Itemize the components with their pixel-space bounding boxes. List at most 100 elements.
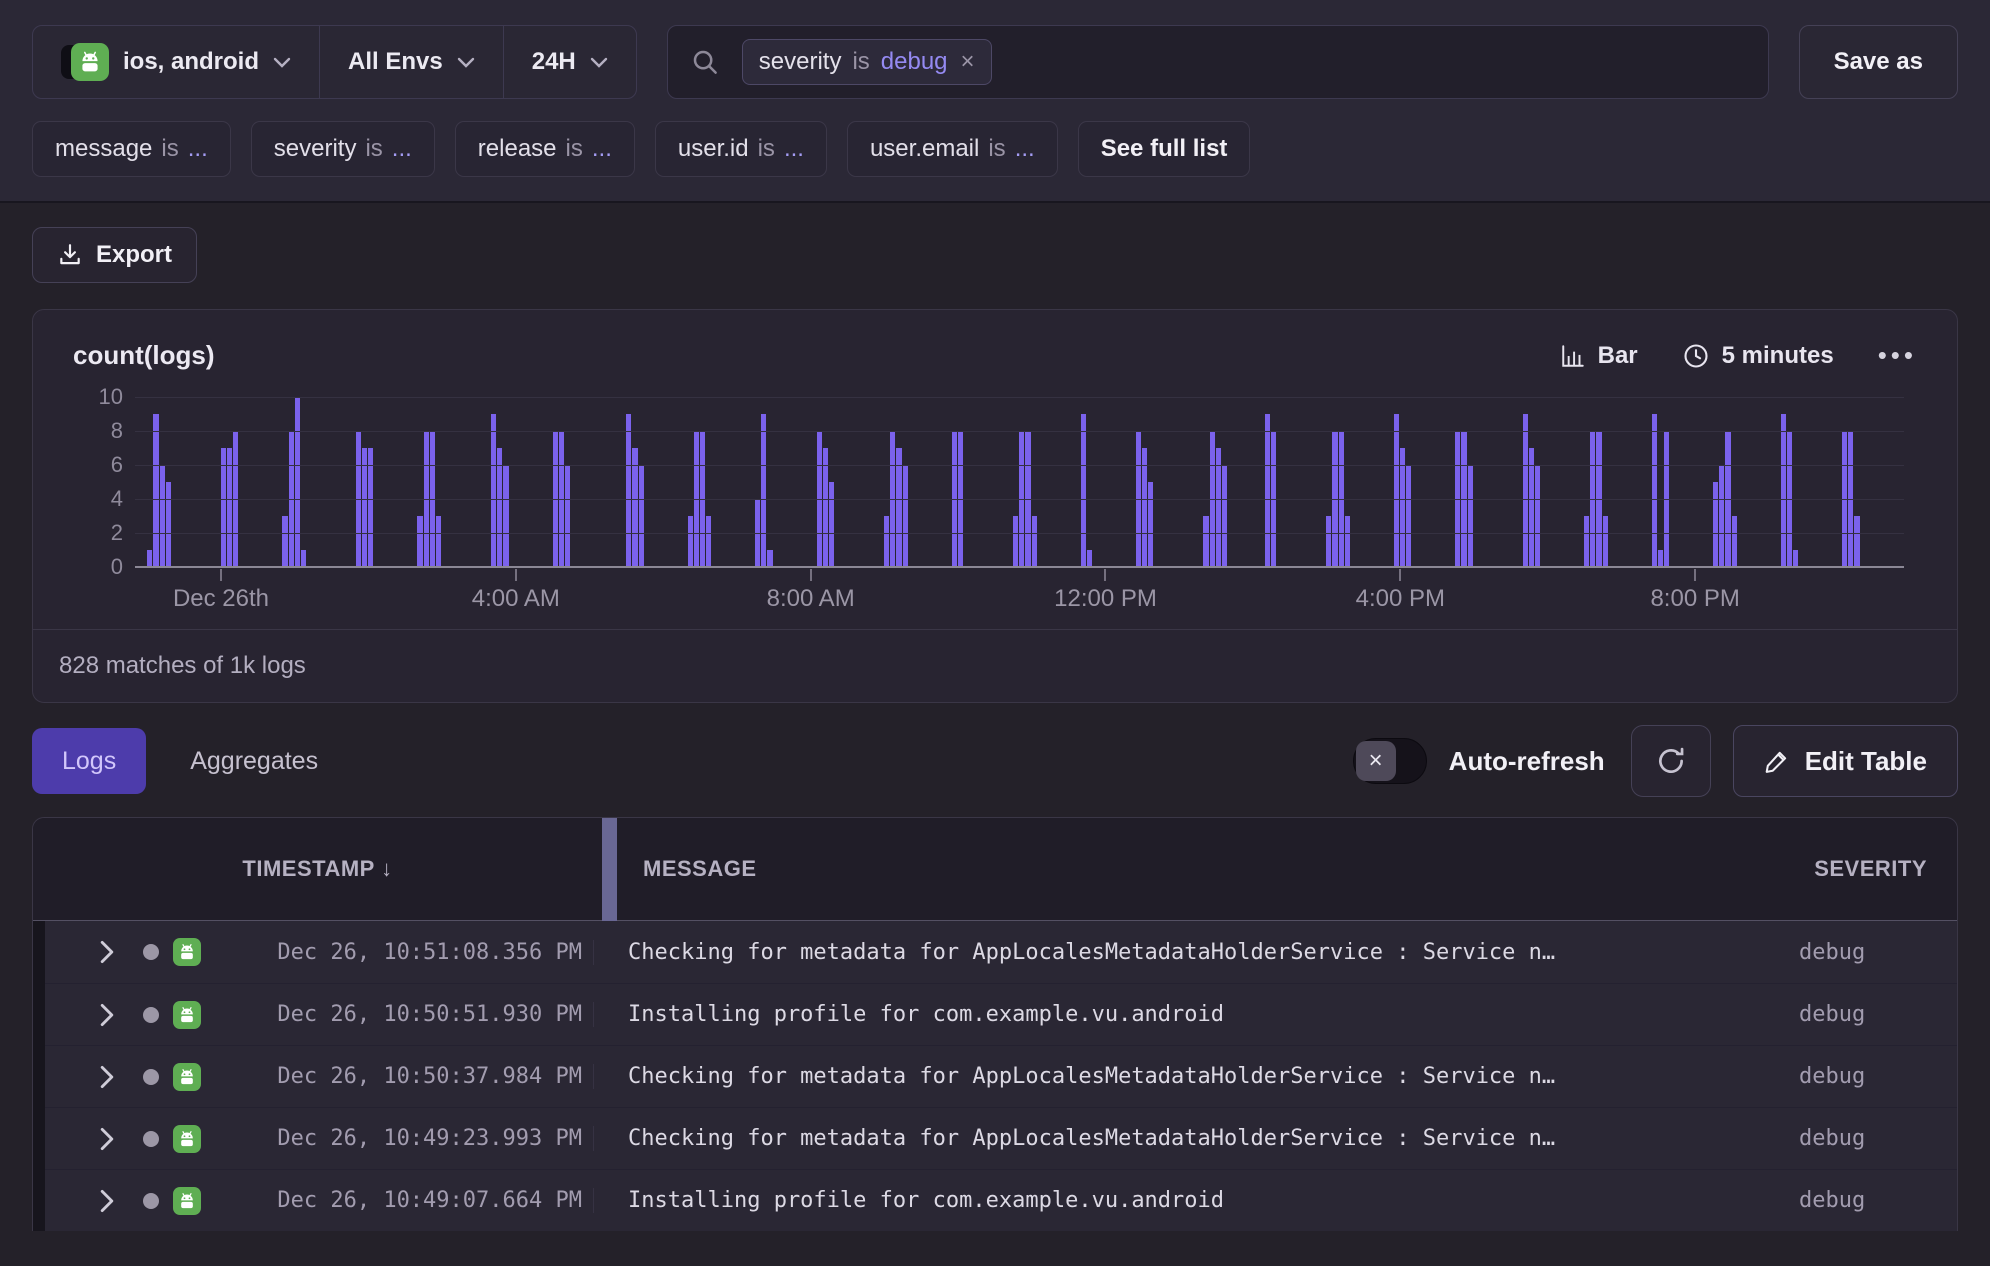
chevron-down-icon [590, 57, 608, 68]
chart-bar [1203, 516, 1208, 567]
refresh-button[interactable] [1631, 725, 1711, 797]
search-input[interactable]: severity is debug × [667, 25, 1769, 99]
remove-filter-icon[interactable]: × [961, 48, 975, 76]
chart-bar [1732, 516, 1737, 567]
chart-overflow-menu-icon[interactable]: ••• [1878, 340, 1917, 371]
log-message: Checking for metadata for AppLocalesMeta… [593, 1064, 1777, 1089]
filter-operator: is [988, 135, 1005, 163]
table-body: Dec 26, 10:51:08.356 PM Checking for met… [33, 921, 1957, 1231]
log-level-dot [143, 1007, 159, 1023]
y-axis-tick-label: 2 [111, 520, 123, 546]
edit-table-label: Edit Table [1805, 746, 1927, 777]
save-as-button[interactable]: Save as [1799, 25, 1958, 99]
chart-bar [436, 516, 441, 567]
tab-aggregates[interactable]: Aggregates [184, 746, 324, 777]
log-level-dot [143, 944, 159, 960]
chart-panel: count(logs) Bar 5 minutes ••• [32, 309, 1958, 703]
x-axis-tick-label: 4:00 PM [1356, 585, 1445, 613]
table-row[interactable]: Dec 26, 10:50:51.930 PM Installing profi… [33, 983, 1957, 1045]
chart-bar [565, 465, 570, 567]
chart-type-selector[interactable]: Bar [1560, 342, 1638, 370]
filter-suggestion-chip[interactable]: user.email is ... [847, 121, 1058, 177]
expand-row-chevron-icon[interactable] [99, 940, 115, 964]
column-header-timestamp[interactable]: TIMESTAMP ↓ [33, 856, 602, 882]
log-timestamp: Dec 26, 10:50:51.930 PM [201, 1002, 586, 1027]
filter-suggestion-chip[interactable]: message is ... [32, 121, 231, 177]
auto-refresh-toggle[interactable]: × [1353, 738, 1427, 784]
filter-field: severity [759, 48, 842, 76]
filter-suggestion-chip[interactable]: release is ... [455, 121, 635, 177]
table-row[interactable]: Dec 26, 10:50:37.984 PM Checking for met… [33, 1045, 1957, 1107]
log-severity: debug [1777, 1002, 1957, 1027]
project-selector[interactable]: ios, android [33, 26, 319, 98]
chart-bar [1394, 414, 1399, 567]
chart-bar [282, 516, 287, 567]
x-axis-tick-label: Dec 26th [173, 585, 269, 613]
chart-bars [135, 397, 1904, 567]
filter-value: ... [784, 135, 804, 163]
expand-row-chevron-icon[interactable] [99, 1003, 115, 1027]
filter-value: ... [1015, 135, 1035, 163]
y-axis-tick-label: 8 [111, 418, 123, 444]
log-level-dot [143, 1131, 159, 1147]
environment-selector[interactable]: All Envs [319, 26, 503, 98]
chart-bar [639, 465, 644, 567]
interval-label: 5 minutes [1722, 342, 1834, 370]
column-header-severity[interactable]: SEVERITY [1777, 856, 1957, 882]
refresh-icon [1654, 744, 1688, 778]
table-row[interactable]: Dec 26, 10:49:23.993 PM Checking for met… [33, 1107, 1957, 1169]
filter-value: ... [188, 135, 208, 163]
expand-row-chevron-icon[interactable] [99, 1065, 115, 1089]
auto-refresh-label: Auto-refresh [1449, 746, 1605, 777]
gridline [135, 533, 1904, 534]
filter-value: ... [392, 135, 412, 163]
y-axis-tick-label: 6 [111, 452, 123, 478]
download-icon [57, 242, 83, 268]
filter-operator: is [758, 135, 775, 163]
edit-table-button[interactable]: Edit Table [1733, 725, 1958, 797]
chart-bar [1468, 465, 1473, 567]
see-full-list-button[interactable]: See full list [1078, 121, 1251, 177]
chart-bar [295, 397, 300, 567]
table-row[interactable]: Dec 26, 10:49:07.664 PM Installing profi… [33, 1169, 1957, 1231]
environment-selector-label: All Envs [348, 48, 443, 76]
table-row[interactable]: Dec 26, 10:51:08.356 PM Checking for met… [33, 921, 1957, 983]
filter-suggestion-chip[interactable]: severity is ... [251, 121, 435, 177]
chart-bar [688, 516, 693, 567]
chart-bar [1523, 414, 1528, 567]
chart-plot [135, 397, 1904, 567]
y-axis-tick-label: 0 [111, 554, 123, 580]
chart-bar [1719, 465, 1724, 567]
expand-row-chevron-icon[interactable] [99, 1127, 115, 1151]
chart-x-axis: Dec 26th4:00 AM8:00 AM12:00 PM4:00 PM8:0… [135, 567, 1904, 629]
x-axis-tick-label: 8:00 PM [1650, 585, 1739, 613]
export-button[interactable]: Export [32, 227, 197, 283]
top-filter-bar: ios, android All Envs 24H severity is de… [0, 0, 1990, 203]
chart-bar [1087, 550, 1092, 567]
chart-bar [1032, 516, 1037, 567]
log-timestamp: Dec 26, 10:51:08.356 PM [201, 940, 586, 965]
interval-selector[interactable]: 5 minutes [1682, 342, 1834, 370]
chart-bar [829, 482, 834, 567]
chart-y-axis: 0246810 [73, 397, 135, 567]
x-axis-tick-label: 4:00 AM [472, 585, 560, 613]
x-axis-tick-label: 12:00 PM [1054, 585, 1157, 613]
log-message: Checking for metadata for AppLocalesMeta… [593, 1126, 1777, 1151]
filter-field: release [478, 135, 557, 163]
tab-logs[interactable]: Logs [32, 728, 146, 794]
expand-row-chevron-icon[interactable] [99, 1189, 115, 1213]
log-level-dot [143, 1193, 159, 1209]
main-content: Export count(logs) Bar 5 minutes [0, 203, 1990, 1231]
column-resize-handle[interactable] [602, 818, 617, 921]
chart-bar [1781, 414, 1786, 567]
chart-bar [147, 550, 152, 567]
filter-suggestion-chip[interactable]: user.id is ... [655, 121, 827, 177]
time-range-selector[interactable]: 24H [503, 26, 636, 98]
chart-bar [706, 516, 711, 567]
chart-bar [1081, 414, 1086, 567]
filter-operator: is [365, 135, 382, 163]
column-header-message[interactable]: MESSAGE [602, 856, 1777, 882]
search-filter-chip[interactable]: severity is debug × [742, 39, 992, 85]
chart-bar [761, 414, 766, 567]
pencil-icon [1764, 748, 1790, 774]
